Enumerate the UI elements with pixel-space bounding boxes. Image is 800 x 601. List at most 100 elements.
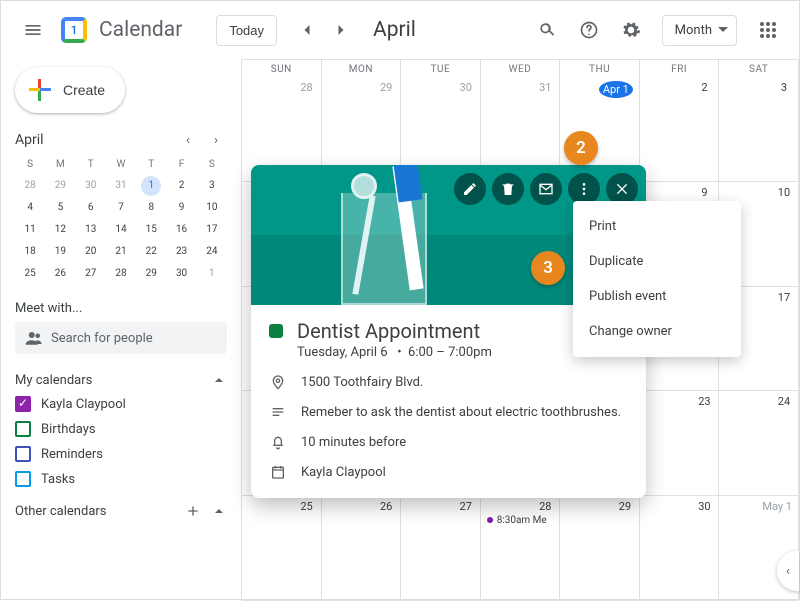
next-month-button[interactable] bbox=[325, 14, 357, 46]
chevron-up-icon bbox=[211, 503, 227, 519]
mini-day[interactable]: 9 bbox=[166, 197, 196, 219]
event-options-menu: PrintDuplicatePublish eventChange owner bbox=[573, 201, 741, 357]
mini-day[interactable]: 11 bbox=[15, 219, 45, 241]
mini-day[interactable]: 26 bbox=[45, 263, 75, 285]
my-calendars-section[interactable]: My calendars bbox=[15, 372, 227, 388]
day-cell[interactable]: 25 bbox=[242, 496, 322, 601]
search-icon bbox=[537, 20, 557, 40]
day-cell[interactable]: 288:30am Me bbox=[481, 496, 561, 601]
apps-button[interactable] bbox=[749, 11, 787, 49]
more-vert-icon bbox=[576, 181, 592, 197]
menu-item-publish-event[interactable]: Publish event bbox=[573, 279, 741, 314]
calendar-toggle[interactable]: Birthdays bbox=[15, 421, 227, 437]
menu-item-change-owner[interactable]: Change owner bbox=[573, 314, 741, 349]
today-button[interactable]: Today bbox=[216, 15, 277, 46]
mini-day[interactable]: 12 bbox=[45, 219, 75, 241]
mini-dow: T bbox=[76, 155, 106, 175]
day-cell[interactable]: 27 bbox=[401, 496, 481, 601]
add-calendar-icon[interactable] bbox=[185, 503, 201, 519]
mini-day[interactable]: 25 bbox=[15, 263, 45, 285]
mini-day[interactable]: 29 bbox=[136, 263, 166, 285]
main-menu-button[interactable] bbox=[13, 10, 53, 50]
mini-day[interactable]: 20 bbox=[76, 241, 106, 263]
mini-day[interactable]: 24 bbox=[197, 241, 227, 263]
mini-day[interactable]: 1 bbox=[197, 263, 227, 285]
mini-day[interactable]: 7 bbox=[106, 197, 136, 219]
event-description: Remeber to ask the dentist about electri… bbox=[301, 405, 621, 420]
other-calendars-section[interactable]: Other calendars bbox=[15, 503, 227, 519]
help-button[interactable] bbox=[570, 11, 608, 49]
mini-day[interactable]: 21 bbox=[106, 241, 136, 263]
mini-day[interactable]: 2 bbox=[166, 175, 196, 197]
menu-item-duplicate[interactable]: Duplicate bbox=[573, 244, 741, 279]
day-cell[interactable]: 2 bbox=[640, 77, 720, 182]
search-button[interactable] bbox=[528, 11, 566, 49]
bell-icon bbox=[270, 434, 286, 450]
day-cell[interactable]: 29 bbox=[560, 496, 640, 601]
view-selector[interactable]: Month bbox=[662, 15, 737, 46]
view-label: Month bbox=[675, 23, 712, 38]
chevron-up-icon bbox=[211, 372, 227, 388]
event-chip[interactable]: 8:30am Me bbox=[487, 515, 554, 526]
event-datetime: Tuesday, April 6 • 6:00 – 7:00pm bbox=[297, 345, 492, 360]
mini-day[interactable]: 3 bbox=[197, 175, 227, 197]
settings-button[interactable] bbox=[612, 11, 650, 49]
dropdown-icon bbox=[718, 25, 728, 35]
mini-day[interactable]: 5 bbox=[45, 197, 75, 219]
grid-dow: SAT bbox=[719, 60, 799, 77]
chevron-right-icon bbox=[331, 20, 351, 40]
checkbox-icon bbox=[15, 421, 31, 437]
menu-icon bbox=[23, 20, 43, 40]
mini-prev-button[interactable]: ‹ bbox=[177, 129, 199, 151]
mini-day[interactable]: 6 bbox=[76, 197, 106, 219]
day-cell[interactable]: 30 bbox=[640, 496, 720, 601]
prev-month-button[interactable] bbox=[291, 14, 323, 46]
mini-dow: F bbox=[166, 155, 196, 175]
mini-day[interactable]: 10 bbox=[197, 197, 227, 219]
create-button[interactable]: Create bbox=[15, 67, 125, 113]
mini-day[interactable]: 19 bbox=[45, 241, 75, 263]
edit-event-button[interactable] bbox=[454, 173, 486, 205]
pencil-icon bbox=[462, 181, 478, 197]
mini-day[interactable]: 18 bbox=[15, 241, 45, 263]
mini-day[interactable]: 16 bbox=[166, 219, 196, 241]
mini-day[interactable]: 8 bbox=[136, 197, 166, 219]
annotation-3: 3 bbox=[531, 251, 565, 285]
mini-day[interactable]: 28 bbox=[106, 263, 136, 285]
meet-with-label: Meet with... bbox=[15, 301, 227, 316]
calendar-toggle[interactable]: Tasks bbox=[15, 471, 227, 487]
mini-day[interactable]: 27 bbox=[76, 263, 106, 285]
menu-item-print[interactable]: Print bbox=[573, 209, 741, 244]
mini-day[interactable]: 13 bbox=[76, 219, 106, 241]
day-cell[interactable]: 3 bbox=[719, 77, 799, 182]
calendar-name: Tasks bbox=[41, 472, 75, 487]
search-people-placeholder: Search for people bbox=[51, 331, 153, 346]
delete-event-button[interactable] bbox=[492, 173, 524, 205]
search-people-input[interactable]: Search for people bbox=[15, 322, 227, 354]
day-cell[interactable]: 23 bbox=[640, 391, 720, 496]
mini-day[interactable]: 14 bbox=[106, 219, 136, 241]
mini-day[interactable]: 29 bbox=[45, 175, 75, 197]
current-month-title: April bbox=[373, 18, 416, 42]
grid-dow: FRI bbox=[640, 60, 720, 77]
close-icon bbox=[614, 181, 630, 197]
mini-day[interactable]: 30 bbox=[166, 263, 196, 285]
day-cell[interactable]: 24 bbox=[719, 391, 799, 496]
mini-day[interactable]: 1 bbox=[141, 176, 161, 196]
mini-day[interactable]: 31 bbox=[106, 175, 136, 197]
mini-next-button[interactable]: › bbox=[205, 129, 227, 151]
calendar-toggle[interactable]: Kayla Claypool bbox=[15, 396, 227, 412]
mini-day[interactable]: 30 bbox=[76, 175, 106, 197]
mini-day[interactable]: 17 bbox=[197, 219, 227, 241]
mini-day[interactable]: 22 bbox=[136, 241, 166, 263]
mini-day[interactable]: 23 bbox=[166, 241, 196, 263]
mini-day[interactable]: 28 bbox=[15, 175, 45, 197]
checkbox-icon bbox=[15, 471, 31, 487]
email-guests-button[interactable] bbox=[530, 173, 562, 205]
mini-day[interactable]: 4 bbox=[15, 197, 45, 219]
calendar-toggle[interactable]: Reminders bbox=[15, 446, 227, 462]
location-icon bbox=[270, 374, 286, 390]
mini-day[interactable]: 15 bbox=[136, 219, 166, 241]
day-cell[interactable]: 26 bbox=[322, 496, 402, 601]
checkbox-icon bbox=[15, 396, 31, 412]
